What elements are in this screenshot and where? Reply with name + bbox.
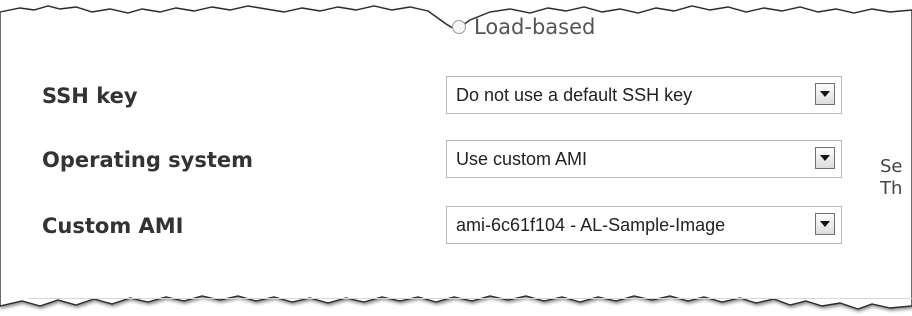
custom-ami-value: ami-6c61f104 - AL-Sample-Image — [456, 215, 726, 235]
ssh-key-select[interactable]: Do not use a default SSH key — [446, 76, 842, 114]
chevron-down-icon — [820, 155, 830, 161]
chevron-down-icon — [820, 91, 830, 97]
load-based-radio-option[interactable]: Load-based — [452, 12, 595, 42]
operating-system-dropdown-button[interactable] — [815, 147, 835, 169]
ssh-key-dropdown-button[interactable] — [815, 83, 835, 105]
torn-screenshot-panel: Load-based SSH key Do not use a default … — [0, 0, 912, 316]
custom-ami-label: Custom AMI — [42, 214, 184, 238]
load-based-radio-label: Load-based — [474, 15, 596, 39]
chevron-down-icon — [820, 221, 830, 227]
side-help-text-line1: Se — [880, 156, 903, 177]
load-based-radio[interactable] — [452, 20, 466, 34]
section-divider — [28, 298, 912, 299]
operating-system-select[interactable]: Use custom AMI — [446, 140, 842, 178]
operating-system-value: Use custom AMI — [456, 149, 588, 169]
side-help-text-line2: Th — [880, 178, 903, 199]
ssh-key-label: SSH key — [42, 84, 138, 108]
custom-ami-dropdown-button[interactable] — [815, 213, 835, 235]
operating-system-label: Operating system — [42, 148, 254, 172]
custom-ami-select[interactable]: ami-6c61f104 - AL-Sample-Image — [446, 206, 842, 244]
ssh-key-value: Do not use a default SSH key — [456, 85, 693, 105]
